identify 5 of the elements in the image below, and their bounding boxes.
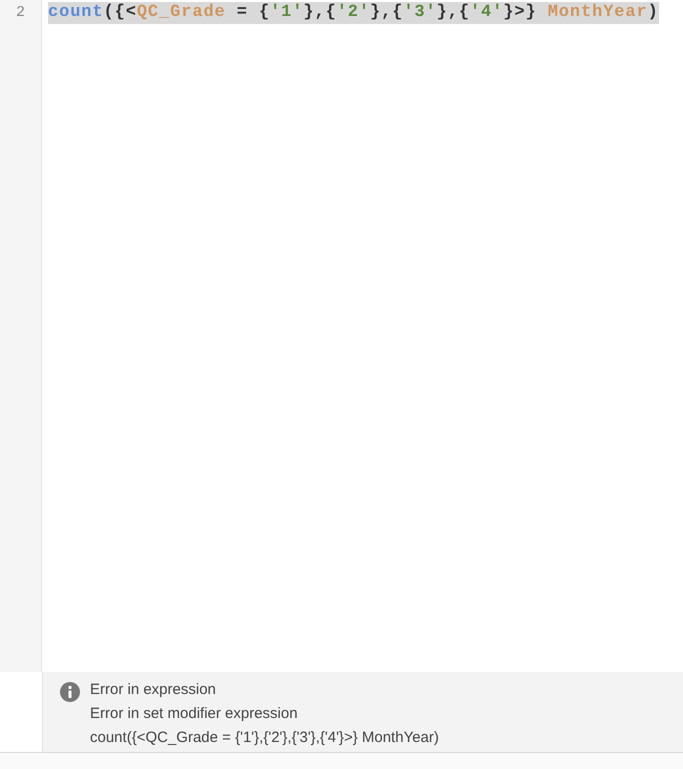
line-number: 2 — [16, 3, 25, 21]
info-icon — [60, 682, 80, 702]
error-message: Error in expression — [90, 680, 217, 700]
error-message: Error in set modifier expression — [90, 704, 299, 724]
error-message: count({<QC_Grade = {'1'},{'2'},{'3'},{'4'}>} MonthYear) — [90, 728, 439, 748]
